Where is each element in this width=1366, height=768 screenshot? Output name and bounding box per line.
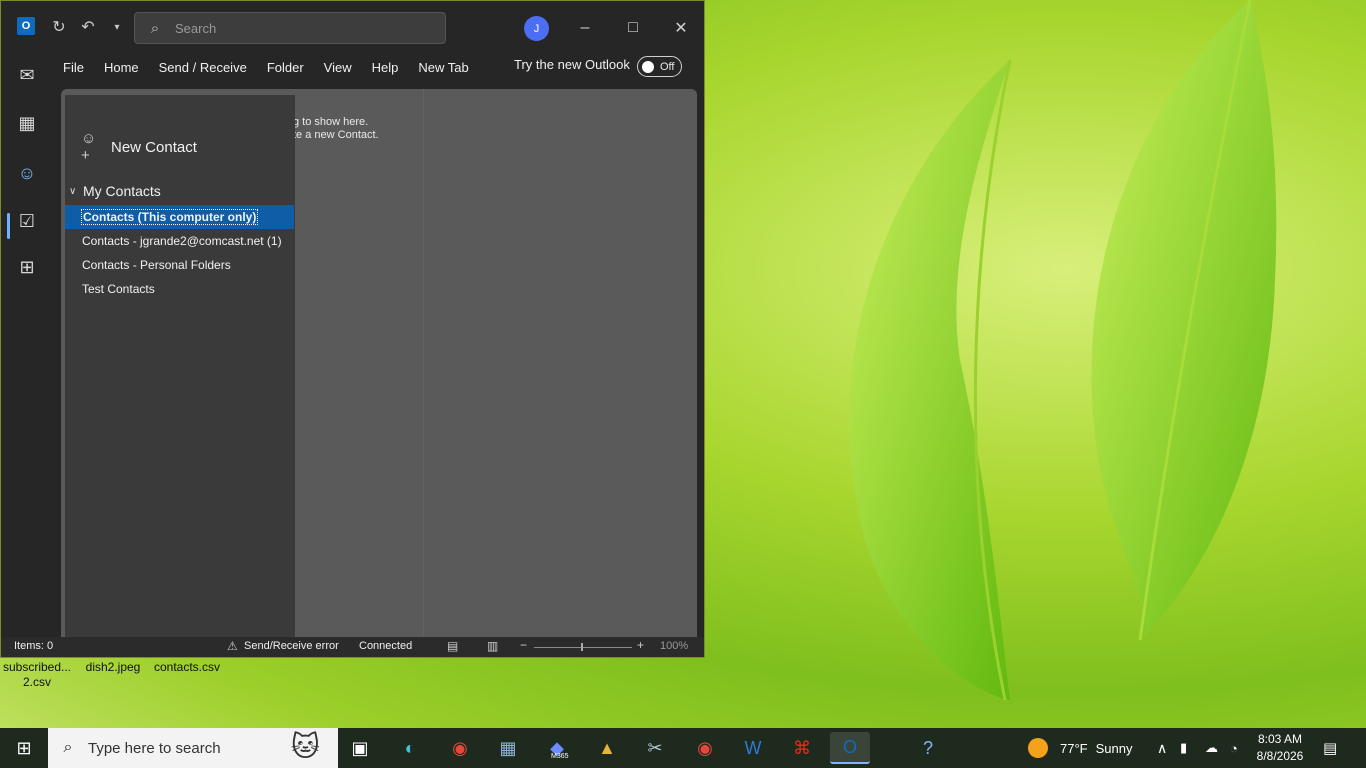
folder-item-contacts-comcast[interactable]: Contacts - jgrande2@comcast.net (1) xyxy=(65,229,294,253)
add-person-icon: ☺+ xyxy=(81,130,97,164)
edge-icon[interactable]: ◐ xyxy=(390,732,430,764)
outlook-taskbar-icon[interactable]: O xyxy=(830,732,870,764)
zoom-level: 100% xyxy=(660,640,689,652)
desktop-icons: subscribed... 2.csv dish2.jpeg contacts.… xyxy=(0,660,240,690)
people-icon[interactable]: ☺ xyxy=(13,159,41,187)
try-new-outlook-label: Try the new Outlook xyxy=(514,57,630,72)
windows-start-icon[interactable]: ⊞ xyxy=(0,728,48,768)
toggle-knob xyxy=(642,60,654,73)
zoom-in-icon[interactable]: + xyxy=(637,638,644,652)
folder-item-contacts-local[interactable]: Contacts (This computer only) xyxy=(65,205,294,229)
paint-icon[interactable]: ▲ xyxy=(587,732,627,764)
onedrive-icon[interactable]: ☁ xyxy=(1205,728,1218,768)
desktop-file-subscribed-csv[interactable]: subscribed... 2.csv xyxy=(2,660,72,690)
clock-time: 8:03 AM xyxy=(1257,732,1303,746)
folder-pane: ☺+ New Contact ∨ My Contacts Contacts (T… xyxy=(65,95,295,637)
cat-illustration-icon: 🐱 xyxy=(290,731,320,762)
desktop-file-contacts-csv[interactable]: contacts.csv xyxy=(150,660,224,675)
taskbar-clock[interactable]: 8:03 AM 8/8/2026 xyxy=(1252,731,1308,765)
chrome-icon[interactable]: ◉ xyxy=(440,732,480,764)
normal-view-icon[interactable]: ▤ xyxy=(447,639,458,653)
ribbon-tabs: File Home Send / Receive Folder View Hel… xyxy=(53,53,479,81)
taskbar: ⊞ ⌕ Type here to search 🐱 ▣ ◐ ◉ ▦ ◆ M365 … xyxy=(0,728,1366,768)
maximize-icon[interactable]: □ xyxy=(610,11,656,45)
active-indicator xyxy=(7,213,10,239)
new-contact-label: New Contact xyxy=(111,138,197,156)
folder-item-contacts-personal[interactable]: Contacts - Personal Folders xyxy=(65,253,294,277)
zoom-slider[interactable] xyxy=(534,647,632,648)
title-bar: O ↻ ↶ ▾ ⌕ Search J – □ ✕ xyxy=(1,1,704,47)
avatar[interactable]: J xyxy=(524,16,549,41)
sun-icon xyxy=(1028,738,1048,758)
zoom-slider-thumb[interactable] xyxy=(581,643,583,651)
outlook-app-icon[interactable]: O xyxy=(17,17,35,35)
sync-icon[interactable]: ↻ xyxy=(49,17,69,37)
toggle-label: Off xyxy=(660,60,675,73)
connection-status: Connected xyxy=(359,640,413,652)
acrobat-icon[interactable]: ⌘ xyxy=(782,732,822,764)
tab-new-tab[interactable]: New Tab xyxy=(408,60,478,75)
chevron-down-icon: ∨ xyxy=(69,185,77,197)
try-new-outlook-toggle[interactable]: Off xyxy=(637,56,682,77)
my-contacts-group[interactable]: ∨ My Contacts xyxy=(69,183,161,199)
taskbar-search-input[interactable]: ⌕ Type here to search 🐱 xyxy=(48,728,338,768)
status-bar: Items: 0 ⚠ Send/Receive error Connected … xyxy=(1,637,704,657)
notifications-icon[interactable]: ▤ xyxy=(1323,728,1337,768)
search-icon: ⌕ xyxy=(63,739,73,756)
tab-file[interactable]: File xyxy=(53,60,94,75)
folder-item-test-contacts[interactable]: Test Contacts xyxy=(65,277,294,301)
search-placeholder: Search xyxy=(175,20,217,36)
tasks-icon[interactable]: ☑ xyxy=(13,207,41,235)
contact-folder-list: Contacts (This computer only) Contacts -… xyxy=(65,205,294,301)
warning-icon: ⚠ xyxy=(227,639,238,653)
tab-home[interactable]: Home xyxy=(94,60,149,75)
chrome-profile-icon[interactable]: ◉ xyxy=(685,732,725,764)
zoom-out-icon[interactable]: − xyxy=(520,638,527,652)
outlook-window: O ↻ ↶ ▾ ⌕ Search J – □ ✕ File Home Send … xyxy=(0,0,705,658)
clock-date: 8/8/2026 xyxy=(1256,749,1304,763)
wifi-icon[interactable]: ◔ xyxy=(1230,728,1238,768)
my-contacts-label: My Contacts xyxy=(83,183,161,199)
weather-temp: 77°F xyxy=(1060,740,1088,756)
tab-help[interactable]: Help xyxy=(362,60,409,75)
calendar-icon[interactable]: ▦ xyxy=(13,109,41,137)
word-icon[interactable]: W xyxy=(733,732,773,764)
navigation-rail: ✉ ▦ ☺ ☑ ⊞ xyxy=(1,53,53,633)
calculator-icon[interactable]: ▦ xyxy=(488,732,528,764)
microsoft-365-icon[interactable]: ◆ M365 xyxy=(537,732,577,764)
show-hidden-icons[interactable]: ∧ xyxy=(1157,728,1167,768)
search-icon: ⌕ xyxy=(150,19,160,37)
tab-folder[interactable]: Folder xyxy=(257,60,314,75)
minimize-icon[interactable]: – xyxy=(562,11,608,45)
help-icon[interactable]: ? xyxy=(908,732,948,764)
weather-widget[interactable]: 77°F Sunny xyxy=(1028,728,1132,768)
task-view-icon[interactable]: ▣ xyxy=(340,732,380,764)
desktop-file-dish2-jpeg[interactable]: dish2.jpeg xyxy=(78,660,148,675)
undo-icon[interactable]: ↶ xyxy=(78,17,98,37)
items-count: Items: 0 xyxy=(14,640,54,652)
close-icon[interactable]: ✕ xyxy=(658,11,704,45)
mail-icon[interactable]: ✉ xyxy=(13,61,41,89)
taskbar-search-placeholder: Type here to search xyxy=(88,739,221,757)
apps-icon[interactable]: ⊞ xyxy=(13,253,41,281)
send-receive-error[interactable]: Send/Receive error xyxy=(244,640,339,652)
snipping-tool-icon[interactable]: ✂ xyxy=(635,732,675,764)
tab-view[interactable]: View xyxy=(314,60,362,75)
new-contact-button[interactable]: ☺+ New Contact xyxy=(81,130,197,164)
quick-access-dropdown-icon[interactable]: ▾ xyxy=(109,17,125,37)
reading-view-icon[interactable]: ▥ xyxy=(487,639,498,653)
m365-label: M365 xyxy=(551,753,569,760)
weather-condition: Sunny xyxy=(1095,740,1133,756)
search-input[interactable]: ⌕ Search xyxy=(134,12,446,44)
battery-icon[interactable]: ▮ xyxy=(1180,728,1187,768)
empty-message: g to show here. te a new Contact. xyxy=(293,116,379,141)
reading-pane-divider xyxy=(423,89,424,637)
tab-send-receive[interactable]: Send / Receive xyxy=(149,60,257,75)
